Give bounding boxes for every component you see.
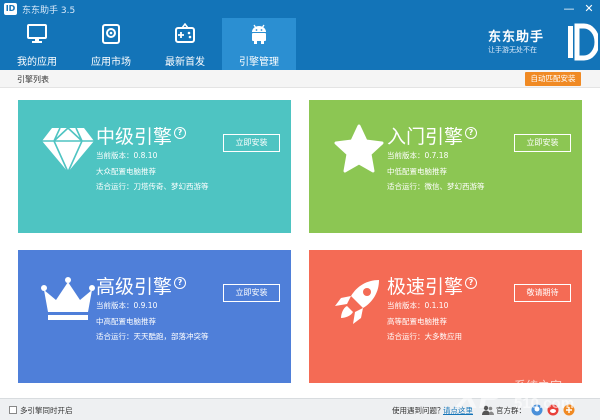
brand-slogan: 让手游无处不在: [488, 46, 537, 54]
section-title: 引擎列表: [17, 75, 49, 84]
official-group-label: 官方群：: [496, 406, 526, 415]
engine-suitable: 适合运行：天天酷跑，部落冲突等: [96, 332, 209, 341]
store-icon: [102, 24, 120, 44]
engine-recommend: 高等配置电脑推荐: [387, 317, 447, 326]
controller-icon: [175, 23, 195, 43]
help-icon[interactable]: ?: [465, 277, 477, 289]
engine-suitable: 适合运行：刀塔传奇、梦幻西游等: [96, 182, 209, 191]
engine-version: 当前版本：0.9.10: [96, 301, 158, 310]
crown-icon: [41, 277, 95, 320]
install-button[interactable]: 立即安装: [514, 134, 571, 152]
multi-engine-checkbox[interactable]: [9, 406, 17, 414]
engine-name: 入门引擎: [387, 126, 464, 148]
auto-match-install-button[interactable]: 自动匹配安装: [525, 72, 581, 86]
help-icon[interactable]: ?: [174, 127, 186, 139]
engine-recommend: 大众配置电脑推荐: [96, 167, 156, 176]
engine-name: 极速引擎: [387, 276, 464, 298]
tab-app-market[interactable]: 应用市场: [74, 18, 148, 70]
tab-label: 最新首发: [165, 57, 205, 68]
diamond-icon: [42, 127, 94, 174]
android-icon: [252, 24, 266, 44]
star-icon: [334, 124, 384, 173]
minimize-button[interactable]: —: [560, 1, 578, 17]
multi-engine-label: 多引擎同时开启: [20, 406, 73, 415]
tab-engine-manage[interactable]: 引擎管理: [222, 18, 296, 70]
coming-soon-button[interactable]: 敬请期待: [514, 284, 571, 302]
engine-suitable: 适合运行：大多数应用: [387, 332, 462, 341]
brand-name: 东东助手: [488, 30, 545, 45]
engine-version: 当前版本：0.8.10: [96, 151, 158, 160]
install-button[interactable]: 立即安装: [223, 284, 280, 302]
rocket-icon: [335, 280, 379, 324]
engine-version: 当前版本：0.7.18: [387, 151, 449, 160]
engine-card-intermediate: 中级引擎 ? 当前版本：0.8.10 大众配置电脑推荐 适合运行：刀塔传奇、梦幻…: [18, 100, 291, 233]
engine-card-advanced: 高级引擎 ? 当前版本：0.9.10 中高配置电脑推荐 适合运行：天天酷跑，部落…: [18, 250, 291, 383]
brand-logo-icon: [568, 23, 598, 61]
monitor-icon: [27, 24, 47, 43]
engine-recommend: 中低配置电脑推荐: [387, 167, 447, 176]
footer-question-text: 使用遇到问题？: [392, 406, 445, 415]
official-site-icon[interactable]: [563, 404, 575, 416]
install-button[interactable]: 立即安装: [223, 134, 280, 152]
app-logo-icon: ID: [4, 3, 17, 15]
qq-group-icon[interactable]: [531, 404, 543, 416]
tab-label: 引擎管理: [239, 57, 279, 68]
engine-suitable: 适合运行：微信、梦幻西游等: [387, 182, 485, 191]
group-icon: [482, 405, 494, 415]
title-bar[interactable]: ID 东东助手 3.5 — ✕: [0, 0, 600, 18]
tab-label: 应用市场: [91, 57, 131, 68]
help-icon[interactable]: ?: [174, 277, 186, 289]
engine-card-turbo: 极速引擎 ? 当前版本：0.1.10 高等配置电脑推荐 适合运行：大多数应用 敬…: [309, 250, 582, 383]
section-bar: 引擎列表 自动匹配安装: [0, 70, 600, 88]
engine-recommend: 中高配置电脑推荐: [96, 317, 156, 326]
feedback-link[interactable]: 请点这里: [443, 405, 473, 416]
engine-name: 中级引擎: [96, 126, 173, 148]
engine-version: 当前版本：0.1.10: [387, 301, 449, 310]
help-icon[interactable]: ?: [465, 127, 477, 139]
window-title: 东东助手 3.5: [22, 6, 76, 16]
footer: 多引擎同时开启 使用遇到问题？ 请点这里 官方群：: [0, 398, 600, 420]
tab-label: 我的应用: [17, 57, 57, 68]
engine-name: 高级引擎: [96, 276, 173, 298]
header: ID 东东助手 3.5 — ✕ 我的应用 应用市场 最新首发 引擎管理 东东助手…: [0, 0, 600, 70]
close-button[interactable]: ✕: [580, 1, 598, 17]
weibo-icon[interactable]: [547, 404, 559, 416]
tab-latest[interactable]: 最新首发: [148, 18, 222, 70]
engine-card-entry: 入门引擎 ? 当前版本：0.7.18 中低配置电脑推荐 适合运行：微信、梦幻西游…: [309, 100, 582, 233]
tab-my-apps[interactable]: 我的应用: [0, 18, 74, 70]
